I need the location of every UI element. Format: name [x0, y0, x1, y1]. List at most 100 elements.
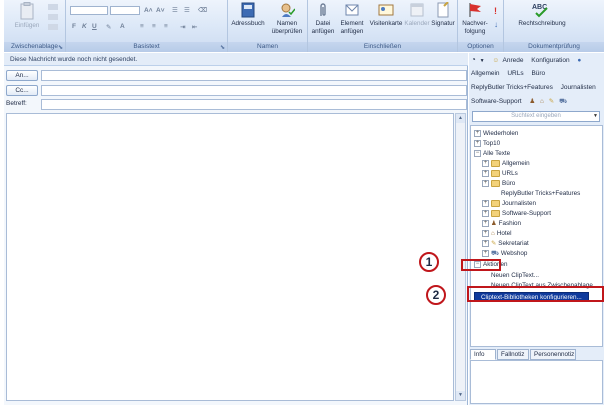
tree-item-replybutler[interactable]: ReplyButler Tricks+Features [501, 189, 580, 199]
align-left-icon[interactable]: ≡ [140, 23, 144, 30]
refresh-icon[interactable]: ◔ [471, 55, 476, 64]
category-replybutler[interactable]: ReplyButler Tricks+Features [471, 84, 553, 91]
expand-icon[interactable]: + [482, 179, 489, 187]
calendar-button[interactable]: Kalender [404, 2, 430, 28]
category-general[interactable]: Allgemein [471, 70, 500, 77]
bullets-icon[interactable]: ☰ [172, 6, 178, 14]
group-label-proofing: Dokumentprüfung [504, 42, 604, 52]
highlight-icon[interactable]: ✎ [106, 23, 111, 31]
category-journalists[interactable]: Journalisten [561, 84, 596, 91]
tree-item-fashion[interactable]: + ♟ Fashion [482, 219, 521, 229]
salutation-button[interactable]: Anrede [503, 57, 524, 64]
follow-up-button[interactable]: Nachver- folgung [460, 2, 490, 35]
expand-icon[interactable]: + [474, 129, 481, 137]
italic-icon[interactable]: K [82, 23, 87, 30]
tree-item-software-support[interactable]: + Software-Support [482, 209, 551, 219]
bold-icon[interactable]: F [72, 23, 76, 30]
attach-file-button[interactable]: Datei anfügen [310, 2, 336, 35]
cart-icon: ⛟ [491, 250, 499, 257]
numbering-icon[interactable]: ☰ [184, 6, 190, 14]
clipboard-launcher-icon[interactable]: ⬊ [58, 44, 63, 51]
expand-icon[interactable]: + [482, 199, 489, 207]
person-small-icon[interactable]: ♟ [529, 98, 535, 105]
home-icon[interactable]: ⌂ [540, 98, 544, 105]
font-size-field[interactable] [110, 6, 140, 15]
tree-item-urls[interactable]: + URLs [482, 169, 518, 179]
subject-label: Betreff: [6, 100, 27, 107]
underline-icon[interactable]: U [92, 23, 97, 30]
attach-item-label-1: Element [340, 20, 364, 27]
expand-icon[interactable]: + [482, 229, 489, 237]
ribbon-group-clipboard: Einfügen Zwischenablage ⬊ [4, 0, 66, 52]
spelling-button[interactable]: ABC Rechtschreibung [514, 2, 570, 28]
tab-person-note[interactable]: Personennotiz [530, 349, 576, 360]
pane-toolbar: ◔ ▼ ☺ Anrede Konfiguration ● [471, 54, 587, 66]
collapse-icon[interactable]: − [474, 149, 481, 157]
info-bar: Diese Nachricht wurde noch nicht gesende… [4, 53, 468, 66]
basic-text-launcher-icon[interactable]: ⬊ [220, 44, 225, 51]
tree-item-general[interactable]: + Allgemein [482, 159, 530, 169]
tree-item-all-texts[interactable]: − Alle Texte [474, 149, 510, 159]
message-body[interactable] [6, 113, 454, 401]
tree-item-top10[interactable]: + Top10 [474, 139, 500, 149]
configuration-button[interactable]: Konfiguration [531, 57, 569, 64]
tree-item-hotel[interactable]: + ⌂ Hotel [482, 229, 512, 239]
expand-icon[interactable]: + [482, 209, 489, 217]
clear-format-icon[interactable]: ⌫ [198, 6, 207, 14]
ribbon-group-options: Nachver- folgung ! ↓ Optionen [458, 0, 504, 52]
outdent-icon[interactable]: ⇤ [192, 23, 197, 31]
subject-field[interactable] [41, 99, 467, 110]
business-card-button[interactable]: Visitenkarte [368, 2, 404, 28]
tree-item-office[interactable]: + Büro [482, 179, 515, 189]
expand-icon[interactable]: + [482, 219, 489, 227]
dropdown-arrow-icon[interactable]: ▼ [480, 58, 485, 64]
address-book-button[interactable]: Adressbuch [230, 2, 266, 28]
align-center-icon[interactable]: ≡ [152, 23, 156, 30]
attach-item-button[interactable]: Element anfügen [338, 2, 366, 35]
pencil-icon[interactable]: ✎ [549, 98, 554, 105]
expand-icon[interactable]: + [482, 249, 489, 257]
expand-icon[interactable]: + [482, 169, 489, 177]
tree-item-webshop[interactable]: + ⛟ Webshop [482, 249, 527, 259]
category-software-support[interactable]: Software-Support [471, 98, 522, 105]
scroll-down-icon[interactable]: ▼ [456, 391, 465, 400]
tree-item-journalists[interactable]: + Journalisten [482, 199, 536, 209]
help-icon[interactable]: ● [577, 57, 581, 64]
expand-icon[interactable]: + [482, 159, 489, 167]
font-name-field[interactable] [70, 6, 108, 15]
to-field[interactable] [41, 70, 467, 81]
importance-high-icon[interactable]: ! [494, 6, 497, 16]
tree-item-new-cliptext[interactable]: Neuen ClipText... [491, 271, 539, 281]
category-urls[interactable]: URLs [507, 70, 523, 77]
tree-item-repeat[interactable]: + Wiederholen [474, 129, 518, 139]
indent-icon[interactable]: ⇥ [180, 23, 185, 31]
paste-button[interactable]: Einfügen [10, 2, 44, 30]
cut-icon[interactable] [48, 4, 58, 10]
to-button[interactable]: An... [6, 70, 38, 81]
search-input[interactable]: Suchtext eingeben ▼ [472, 111, 600, 122]
grow-font-icon[interactable]: A˄ [144, 7, 153, 14]
category-row-2: ReplyButler Tricks+Features Journalisten [471, 82, 602, 94]
group-label-names: Namen [228, 42, 307, 52]
cart-icon[interactable]: ⛟ [559, 98, 567, 105]
signature-button[interactable]: Signatur [430, 2, 456, 28]
category-office[interactable]: Büro [531, 70, 545, 77]
importance-low-icon[interactable]: ↓ [494, 20, 498, 29]
expand-icon[interactable]: + [474, 139, 481, 147]
font-color-icon[interactable]: A [120, 23, 125, 30]
copy-icon[interactable] [48, 14, 58, 20]
scroll-up-icon[interactable]: ▲ [456, 114, 465, 123]
cc-field[interactable] [41, 85, 467, 96]
search-dropdown-icon[interactable]: ▼ [593, 112, 598, 121]
check-names-button[interactable]: Namen überprüfen [268, 2, 306, 35]
tab-case-note[interactable]: Fallnotiz [497, 349, 529, 360]
body-scrollbar[interactable]: ▲ ▼ [455, 113, 466, 401]
attach-file-label-1: Datei [315, 20, 331, 27]
format-painter-icon[interactable] [48, 24, 58, 30]
expand-icon[interactable]: + [482, 239, 489, 247]
tree-item-secretary[interactable]: + ✎ Sekretariat [482, 239, 529, 249]
tab-info[interactable]: Info [470, 349, 496, 360]
shrink-font-icon[interactable]: A˅ [156, 7, 165, 14]
cc-button[interactable]: Cc... [6, 85, 38, 96]
align-right-icon[interactable]: ≡ [164, 23, 168, 30]
